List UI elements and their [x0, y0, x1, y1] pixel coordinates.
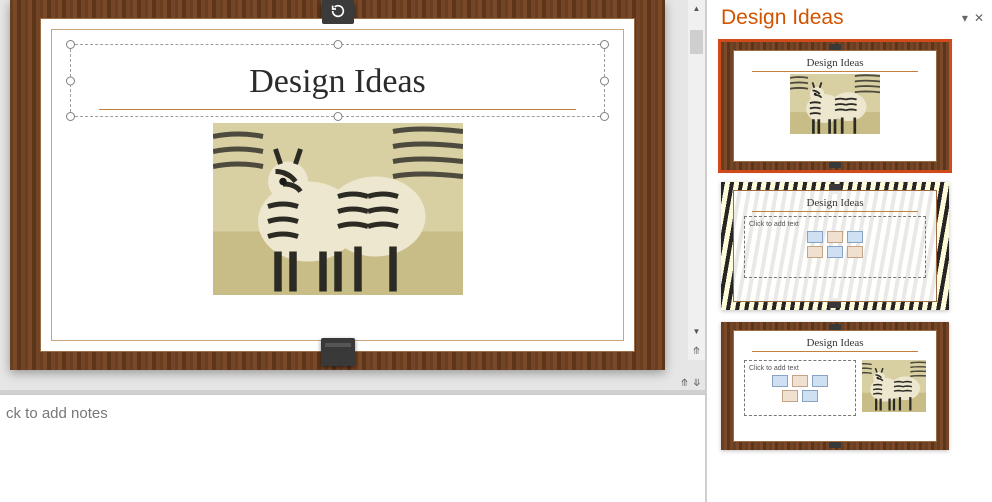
design-ideas-list: Design Ideas Design Ideas Click to add t… — [707, 34, 992, 458]
idea-cta: Click to add text — [749, 221, 921, 228]
slide-title: Design Ideas — [79, 63, 596, 101]
rotate-handle[interactable] — [322, 0, 354, 24]
scroll-thumb[interactable] — [690, 30, 703, 54]
idea-title: Design Ideas — [744, 337, 926, 349]
resize-handle[interactable] — [333, 40, 342, 49]
design-idea-item[interactable]: Design Ideas Click to add text — [721, 322, 949, 450]
slide[interactable]: Design Ideas — [10, 0, 665, 370]
resize-handle[interactable] — [333, 112, 342, 121]
notes-pane[interactable]: ck to add notes — [0, 394, 705, 502]
idea-title: Design Ideas — [744, 197, 926, 209]
design-idea-item[interactable]: Design Ideas Click to add text — [721, 182, 949, 310]
next-slide-icon[interactable]: ⤋ — [693, 378, 701, 389]
resize-handle[interactable] — [66, 40, 75, 49]
pane-close-button[interactable]: ✕ — [974, 11, 984, 25]
idea-thumbnail-image — [790, 74, 880, 134]
resize-handle[interactable] — [600, 112, 609, 121]
pane-options-button[interactable]: ▾ — [962, 11, 968, 25]
pane-title: Design Ideas — [721, 6, 844, 30]
prev-slide-icon[interactable]: ⤊ — [680, 378, 688, 389]
design-idea-item[interactable]: Design Ideas — [721, 42, 949, 170]
clip-bottom-icon — [321, 338, 355, 366]
idea-thumbnail-image — [862, 360, 926, 412]
scroll-up-button[interactable]: ▲ — [688, 0, 705, 17]
title-text-box[interactable]: Design Ideas — [70, 44, 605, 117]
slide-editor-area: Design Ideas — [0, 0, 706, 502]
nav-strip: ⤊ ⤋ — [0, 376, 705, 390]
idea-title: Design Ideas — [744, 57, 926, 69]
idea-cta: Click to add text — [749, 365, 851, 372]
slide-image[interactable] — [213, 123, 463, 295]
resize-handle[interactable] — [600, 76, 609, 85]
design-ideas-pane: Design Ideas ▾ ✕ Design Ideas De — [706, 0, 992, 502]
resize-handle[interactable] — [600, 40, 609, 49]
resize-handle[interactable] — [66, 112, 75, 121]
scroll-down-button[interactable]: ▼ — [688, 323, 705, 340]
previous-slide-button[interactable]: ⤊ — [688, 342, 705, 360]
vertical-scrollbar[interactable]: ▲ ▼ ⤊ — [688, 0, 705, 360]
resize-handle[interactable] — [66, 76, 75, 85]
